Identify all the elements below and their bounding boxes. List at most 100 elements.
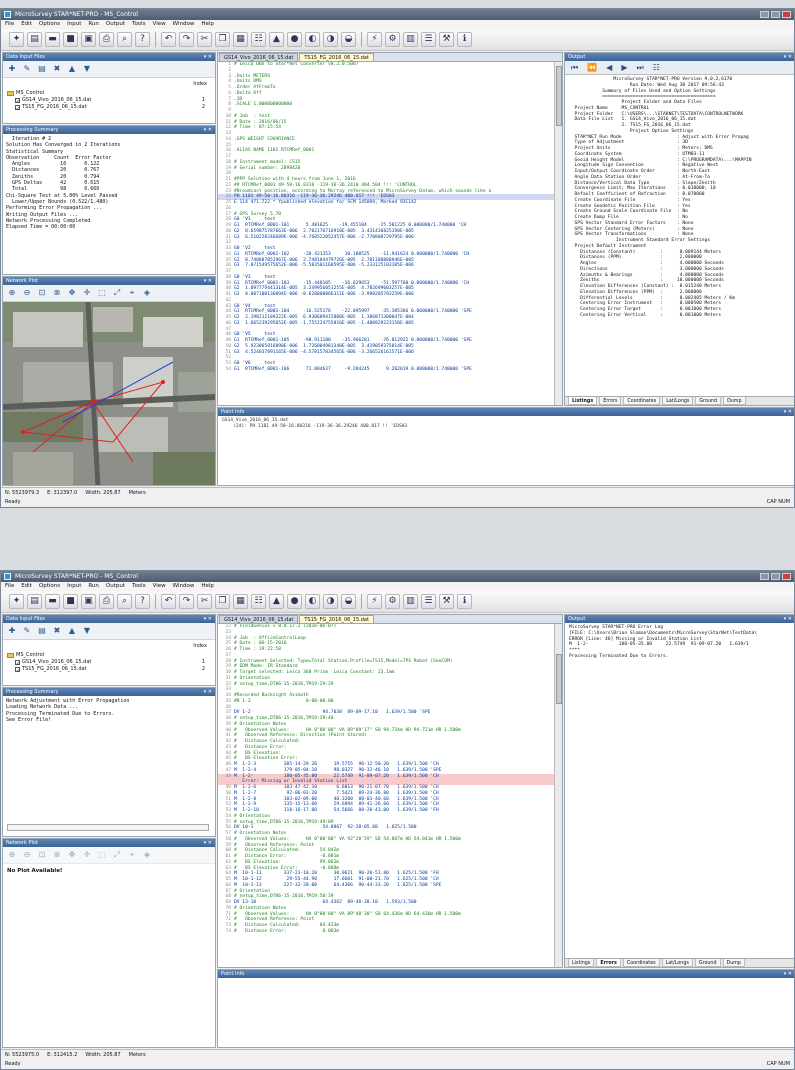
checkbox[interactable]: ✓ [15,659,20,667]
zoom-window-icon[interactable]: ⊡ [36,849,48,861]
find-icon[interactable]: ☷ [251,32,266,47]
zoom-extents-icon[interactable]: ⊗ [51,287,63,299]
redo-icon[interactable]: ↷ [179,594,194,609]
tab-listings[interactable]: Listings [568,959,595,967]
tree-root[interactable]: MS_Control [7,652,44,658]
info-icon[interactable]: ℹ [457,32,472,47]
preview-icon[interactable]: ⌕ [117,32,132,47]
find-icon[interactable]: ⌖ [126,287,138,299]
print-icon[interactable]: ⎙ [99,32,114,47]
add-file-icon[interactable]: ✚ [6,625,18,637]
code-line[interactable]: 54 G1 RTCMRef_0001-106 71.804637 -9.28424… [218,367,554,373]
new-project-icon[interactable]: ✦ [9,32,24,47]
tree-item-file-2[interactable]: ✓ TS15_FG_2016_06_15.dat [15,666,87,674]
first-icon[interactable]: ⏮ [571,63,578,73]
pan-icon[interactable]: ✥ [66,849,78,861]
layers-icon[interactable]: ◈ [141,849,153,861]
menu-output[interactable]: Output [106,20,125,29]
checkbox[interactable]: ✓ [15,666,20,674]
find-icon[interactable]: ☷ [251,594,266,609]
code-editor[interactable]: 1 # Leica DBX to Star*Net Converter v8.2.… [218,62,554,405]
editor-scrollbar[interactable] [554,62,562,405]
close-button[interactable] [782,573,791,580]
panel-close-icon[interactable]: ▾ ✕ [784,53,792,61]
last-icon[interactable]: ⏭ [636,63,643,73]
menu-tools[interactable]: Tools [132,582,146,591]
tab-ts15-file[interactable]: TS15_FG_2016_06_15.dat [299,615,374,623]
menu-options[interactable]: Options [39,582,60,591]
move-icon[interactable]: ✛ [81,287,93,299]
close-button[interactable] [782,11,791,18]
preview-icon[interactable]: ⌕ [117,594,132,609]
processing-icon[interactable]: ⚙ [385,32,400,47]
adjust-icon[interactable]: ● [287,594,302,609]
menu-file[interactable]: File [5,20,14,29]
edit-file-icon[interactable]: ✎ [21,625,33,637]
minimize-button[interactable] [760,573,769,580]
tab-listings[interactable]: Listings [568,397,598,405]
menu-edit[interactable]: Edit [21,20,32,29]
zoom-in-icon[interactable]: ⊕ [6,287,18,299]
tab-errors[interactable]: Errors [596,959,621,967]
menu-help[interactable]: Help [201,582,214,591]
panel-close-icon[interactable]: ▾ ✕ [204,126,212,134]
menu-help[interactable]: Help [201,20,214,29]
menu-tools[interactable]: Tools [132,20,146,29]
lightning-icon[interactable]: ⚡ [367,594,382,609]
settings-icon[interactable]: ☰ [421,594,436,609]
horizontal-scrollbar[interactable] [7,824,209,831]
menu-input[interactable]: Input [67,20,81,29]
tab-ground[interactable]: Ground [695,397,722,405]
minimize-button[interactable] [760,11,769,18]
settings-icon[interactable]: ☰ [421,32,436,47]
menu-options[interactable]: Options [39,20,60,29]
up-icon[interactable]: ▲ [66,625,78,637]
open-icon[interactable]: ▤ [27,32,42,47]
panel-close-icon[interactable]: ▾ ✕ [204,839,212,847]
folder-icon[interactable]: ▬ [45,32,60,47]
save-all-icon[interactable]: ▣ [81,32,96,47]
zoom-extents-icon[interactable]: ⊗ [51,849,63,861]
menu-window[interactable]: Window [173,582,195,591]
cut-icon[interactable]: ✂ [197,594,212,609]
tab-dump[interactable]: Dump [723,397,746,405]
maximize-button[interactable] [771,573,780,580]
panel-close-icon[interactable]: ▾ ✕ [204,688,212,696]
undo-icon[interactable]: ↶ [161,32,176,47]
processing-icon[interactable]: ⚙ [385,594,400,609]
menu-window[interactable]: Window [173,20,195,29]
help-icon[interactable]: ? [135,594,150,609]
select-icon[interactable]: ⬚ [96,849,108,861]
zoom-window-icon[interactable]: ⊡ [36,287,48,299]
tab-dump[interactable]: Dump [722,959,745,967]
down-icon[interactable]: ▼ [81,63,93,75]
tree-item-file-1[interactable]: ✓ GS14_Vivo_2016_06_15.dat [15,659,91,667]
pan-icon[interactable]: ✥ [66,287,78,299]
menu-view[interactable]: View [153,20,166,29]
maximize-button[interactable] [771,11,780,18]
copy-icon[interactable]: ❐ [215,594,230,609]
tab-latlongs[interactable]: Lat/Longs [662,397,694,405]
panel-close-icon[interactable]: ▾ ✕ [204,53,212,61]
tab-coordinates[interactable]: Coordinates [622,959,660,967]
edit-file-icon[interactable]: ✎ [21,63,33,75]
checkbox[interactable]: ✓ [15,97,20,105]
graph-icon[interactable]: ▥ [403,32,418,47]
down-icon[interactable]: ▼ [81,625,93,637]
rewind-icon[interactable]: ⏪ [587,63,597,72]
zoom-in-icon[interactable]: ⊕ [6,849,18,861]
next-icon[interactable]: ▶ [621,63,627,72]
move-icon[interactable]: ✛ [81,849,93,861]
lightning-icon[interactable]: ⚡ [367,32,382,47]
panel-close-icon[interactable]: ▾ ✕ [784,408,792,416]
find-icon[interactable]: ⌖ [126,849,138,861]
menu-run[interactable]: Run [88,20,99,29]
tab-gs14-file[interactable]: GS14_Vivo_2016_06_15.dat [219,53,299,61]
output-icon[interactable]: ◒ [341,32,356,47]
file-icon[interactable]: ▤ [36,625,48,637]
undo-icon[interactable]: ↶ [161,594,176,609]
tree-item-file-1[interactable]: ✓ GS14_Vivo_2016_06_15.dat [15,97,91,105]
panel-close-icon[interactable]: ▾ ✕ [784,615,792,623]
tree-root[interactable]: MS_Control [7,90,44,96]
checkbox[interactable]: ✓ [15,104,20,112]
